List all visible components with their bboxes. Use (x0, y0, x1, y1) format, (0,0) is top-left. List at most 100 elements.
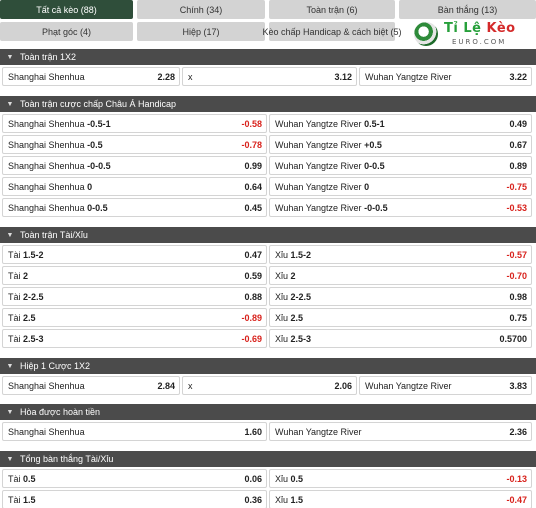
odds-cell[interactable]: Xỉu 2.5 0.75 (269, 308, 532, 327)
odds-value: 0.98 (509, 291, 527, 302)
odds-cell[interactable]: Tài 1.5 0.36 (2, 490, 267, 508)
selection-label: Shanghai Shenhua -0.5-1 (8, 119, 111, 129)
odds-cell[interactable]: Wuhan Yangtze River 3.22 (359, 67, 532, 86)
odds-cell[interactable]: Tài 0.5 0.06 (2, 469, 267, 488)
selection-name: Tài (8, 494, 21, 505)
odds-cell[interactable]: Xỉu 2.5-3 0.5700 (269, 329, 532, 348)
odds-cell[interactable]: Xỉu 1.5 -0.47 (269, 490, 532, 508)
selection-name: Xỉu (275, 270, 289, 281)
selection-label: Tài 2-2.5 (8, 292, 44, 302)
odds-cell[interactable]: x 2.06 (182, 376, 357, 395)
odds-cell[interactable]: Shanghai Shenhua -0-0.5 0.99 (2, 156, 267, 175)
odds-cell[interactable]: Tài 2-2.5 0.88 (2, 287, 267, 306)
odds-cell[interactable]: Shanghai Shenhua 0 0.64 (2, 177, 267, 196)
selection-label: Wuhan Yangtze River 0.5-1 (275, 119, 385, 129)
odds-cell[interactable]: Tài 1.5-2 0.47 (2, 245, 267, 264)
collapse-chevron-icon[interactable]: ▼ (0, 456, 20, 463)
handicap-line: 2.5-3 (23, 333, 44, 344)
odds-cell[interactable]: Tài 2 0.59 (2, 266, 267, 285)
section-header[interactable]: ▼ Toàn trận 1X2 (0, 49, 536, 65)
section-header[interactable]: ▼ Hòa được hoàn tiền (0, 404, 536, 420)
selection-name: Tài (8, 473, 21, 484)
handicap-line: -0.5 (87, 139, 103, 150)
selection-name: Wuhan Yangtze River (275, 118, 362, 129)
odds-cell[interactable]: Shanghai Shenhua 1.60 (2, 422, 267, 441)
selection-name: Tài (8, 291, 21, 302)
tab-half[interactable]: Hiệp (17) (137, 22, 265, 41)
selection-name: Tài (8, 249, 21, 260)
odds-value: 2.36 (509, 426, 527, 437)
odds-cell[interactable]: Shanghai Shenhua -0.5 -0.78 (2, 135, 267, 154)
selection-label: Tài 2 (8, 271, 28, 281)
odds-value: 3.83 (509, 380, 527, 391)
odds-cell[interactable]: Xỉu 0.5 -0.13 (269, 469, 532, 488)
selection-name: Shanghai Shenhua (8, 160, 85, 171)
odds-cell[interactable]: Shanghai Shenhua 0-0.5 0.45 (2, 198, 267, 217)
odds-value: -0.57 (506, 249, 527, 260)
odds-cell[interactable]: Tài 2.5 -0.89 (2, 308, 267, 327)
tab-all[interactable]: Tất cả kèo (88) (0, 0, 133, 19)
odds-cell[interactable]: Tài 2.5-3 -0.69 (2, 329, 267, 348)
odds-cell[interactable]: Wuhan Yangtze River -0-0.5 -0.53 (269, 198, 532, 217)
collapse-chevron-icon[interactable]: ▼ (0, 101, 20, 108)
odds-cell[interactable]: Xỉu 2-2.5 0.98 (269, 287, 532, 306)
handicap-line: 1.5-2 (290, 249, 312, 260)
selection-label: x (188, 381, 193, 391)
odds-value: 0.59 (244, 270, 262, 281)
tab-main[interactable]: Chính (34) (137, 0, 265, 19)
section-header[interactable]: ▼ Hiệp 1 Cược 1X2 (0, 358, 536, 374)
odds-value: 0.49 (509, 118, 527, 129)
selection-name: x (188, 380, 193, 391)
selection-name: Wuhan Yangtze River (275, 160, 362, 171)
selection-label: Xỉu 1.5-2 (275, 250, 311, 260)
tab-full-match[interactable]: Toàn trận (6) (269, 0, 395, 19)
selection-label: Xỉu 2.5 (275, 313, 303, 323)
site-logo: Tỉ Lệ Kèo EURO.COM (400, 20, 536, 50)
handicap-line: 2.5-3 (290, 333, 312, 344)
collapse-chevron-icon[interactable]: ▼ (0, 409, 20, 416)
odds-cell[interactable]: Xỉu 2 -0.70 (269, 266, 532, 285)
selection-label: Xỉu 2.5-3 (275, 334, 311, 344)
selection-name: Shanghai Shenhua (8, 139, 85, 150)
odds-cell[interactable]: Wuhan Yangtze River 0.5-1 0.49 (269, 114, 532, 133)
odds-cell[interactable]: Wuhan Yangtze River 3.83 (359, 376, 532, 395)
selection-label: Wuhan Yangtze River -0-0.5 (275, 203, 388, 213)
odds-value: 0.75 (509, 312, 527, 323)
odds-cell[interactable]: Xỉu 1.5-2 -0.57 (269, 245, 532, 264)
selection-name: Shanghai Shenhua (8, 181, 85, 192)
odds-cell[interactable]: Shanghai Shenhua 2.84 (2, 376, 180, 395)
odds-cell[interactable]: Wuhan Yangtze River 2.36 (269, 422, 532, 441)
tab-corners[interactable]: Phạt góc (4) (0, 22, 133, 41)
odds-value: 0.67 (509, 139, 527, 150)
odds-value: 0.47 (244, 249, 262, 260)
handicap-line: -0.5-1 (87, 118, 111, 129)
odds-cell[interactable]: Wuhan Yangtze River +0.5 0.67 (269, 135, 532, 154)
selection-name: Xỉu (275, 249, 289, 260)
selection-name: Wuhan Yangtze River (275, 426, 362, 437)
odds-cell[interactable]: Shanghai Shenhua 2.28 (2, 67, 180, 86)
handicap-line: 1.5 (290, 494, 304, 505)
tab-handicap[interactable]: Kèo chấp Handicap & cách biệt (5) (262, 22, 402, 41)
odds-value: 1.60 (244, 426, 262, 437)
odds-cell[interactable]: Wuhan Yangtze River 0 -0.75 (269, 177, 532, 196)
odds-value: 2.06 (334, 380, 352, 391)
tab-goals[interactable]: Bàn thắng (13) (399, 0, 536, 19)
section-header[interactable]: ▼ Tổng bàn thắng Tài/Xỉu (0, 451, 536, 467)
collapse-chevron-icon[interactable]: ▼ (0, 232, 20, 239)
selection-name: Xỉu (275, 473, 289, 484)
selection-name: Wuhan Yangtze River (365, 71, 452, 82)
section-header[interactable]: ▼ Toàn trận Tài/Xỉu (0, 227, 536, 243)
section-title: Toàn trận cược chấp Châu Á Handicap (20, 99, 177, 109)
odds-cell[interactable]: x 3.12 (182, 67, 357, 86)
handicap-line: 2 (290, 270, 296, 281)
handicap-line: 2.5 (23, 312, 36, 323)
selection-label: Tài 2.5-3 (8, 334, 44, 344)
odds-cell[interactable]: Shanghai Shenhua -0.5-1 -0.58 (2, 114, 267, 133)
selection-name: Shanghai Shenhua (8, 380, 85, 391)
selection-label: Tài 2.5 (8, 313, 36, 323)
collapse-chevron-icon[interactable]: ▼ (0, 54, 20, 61)
handicap-line: 2-2.5 (23, 291, 44, 302)
collapse-chevron-icon[interactable]: ▼ (0, 363, 20, 370)
section-header[interactable]: ▼ Toàn trận cược chấp Châu Á Handicap (0, 96, 536, 112)
odds-cell[interactable]: Wuhan Yangtze River 0-0.5 0.89 (269, 156, 532, 175)
